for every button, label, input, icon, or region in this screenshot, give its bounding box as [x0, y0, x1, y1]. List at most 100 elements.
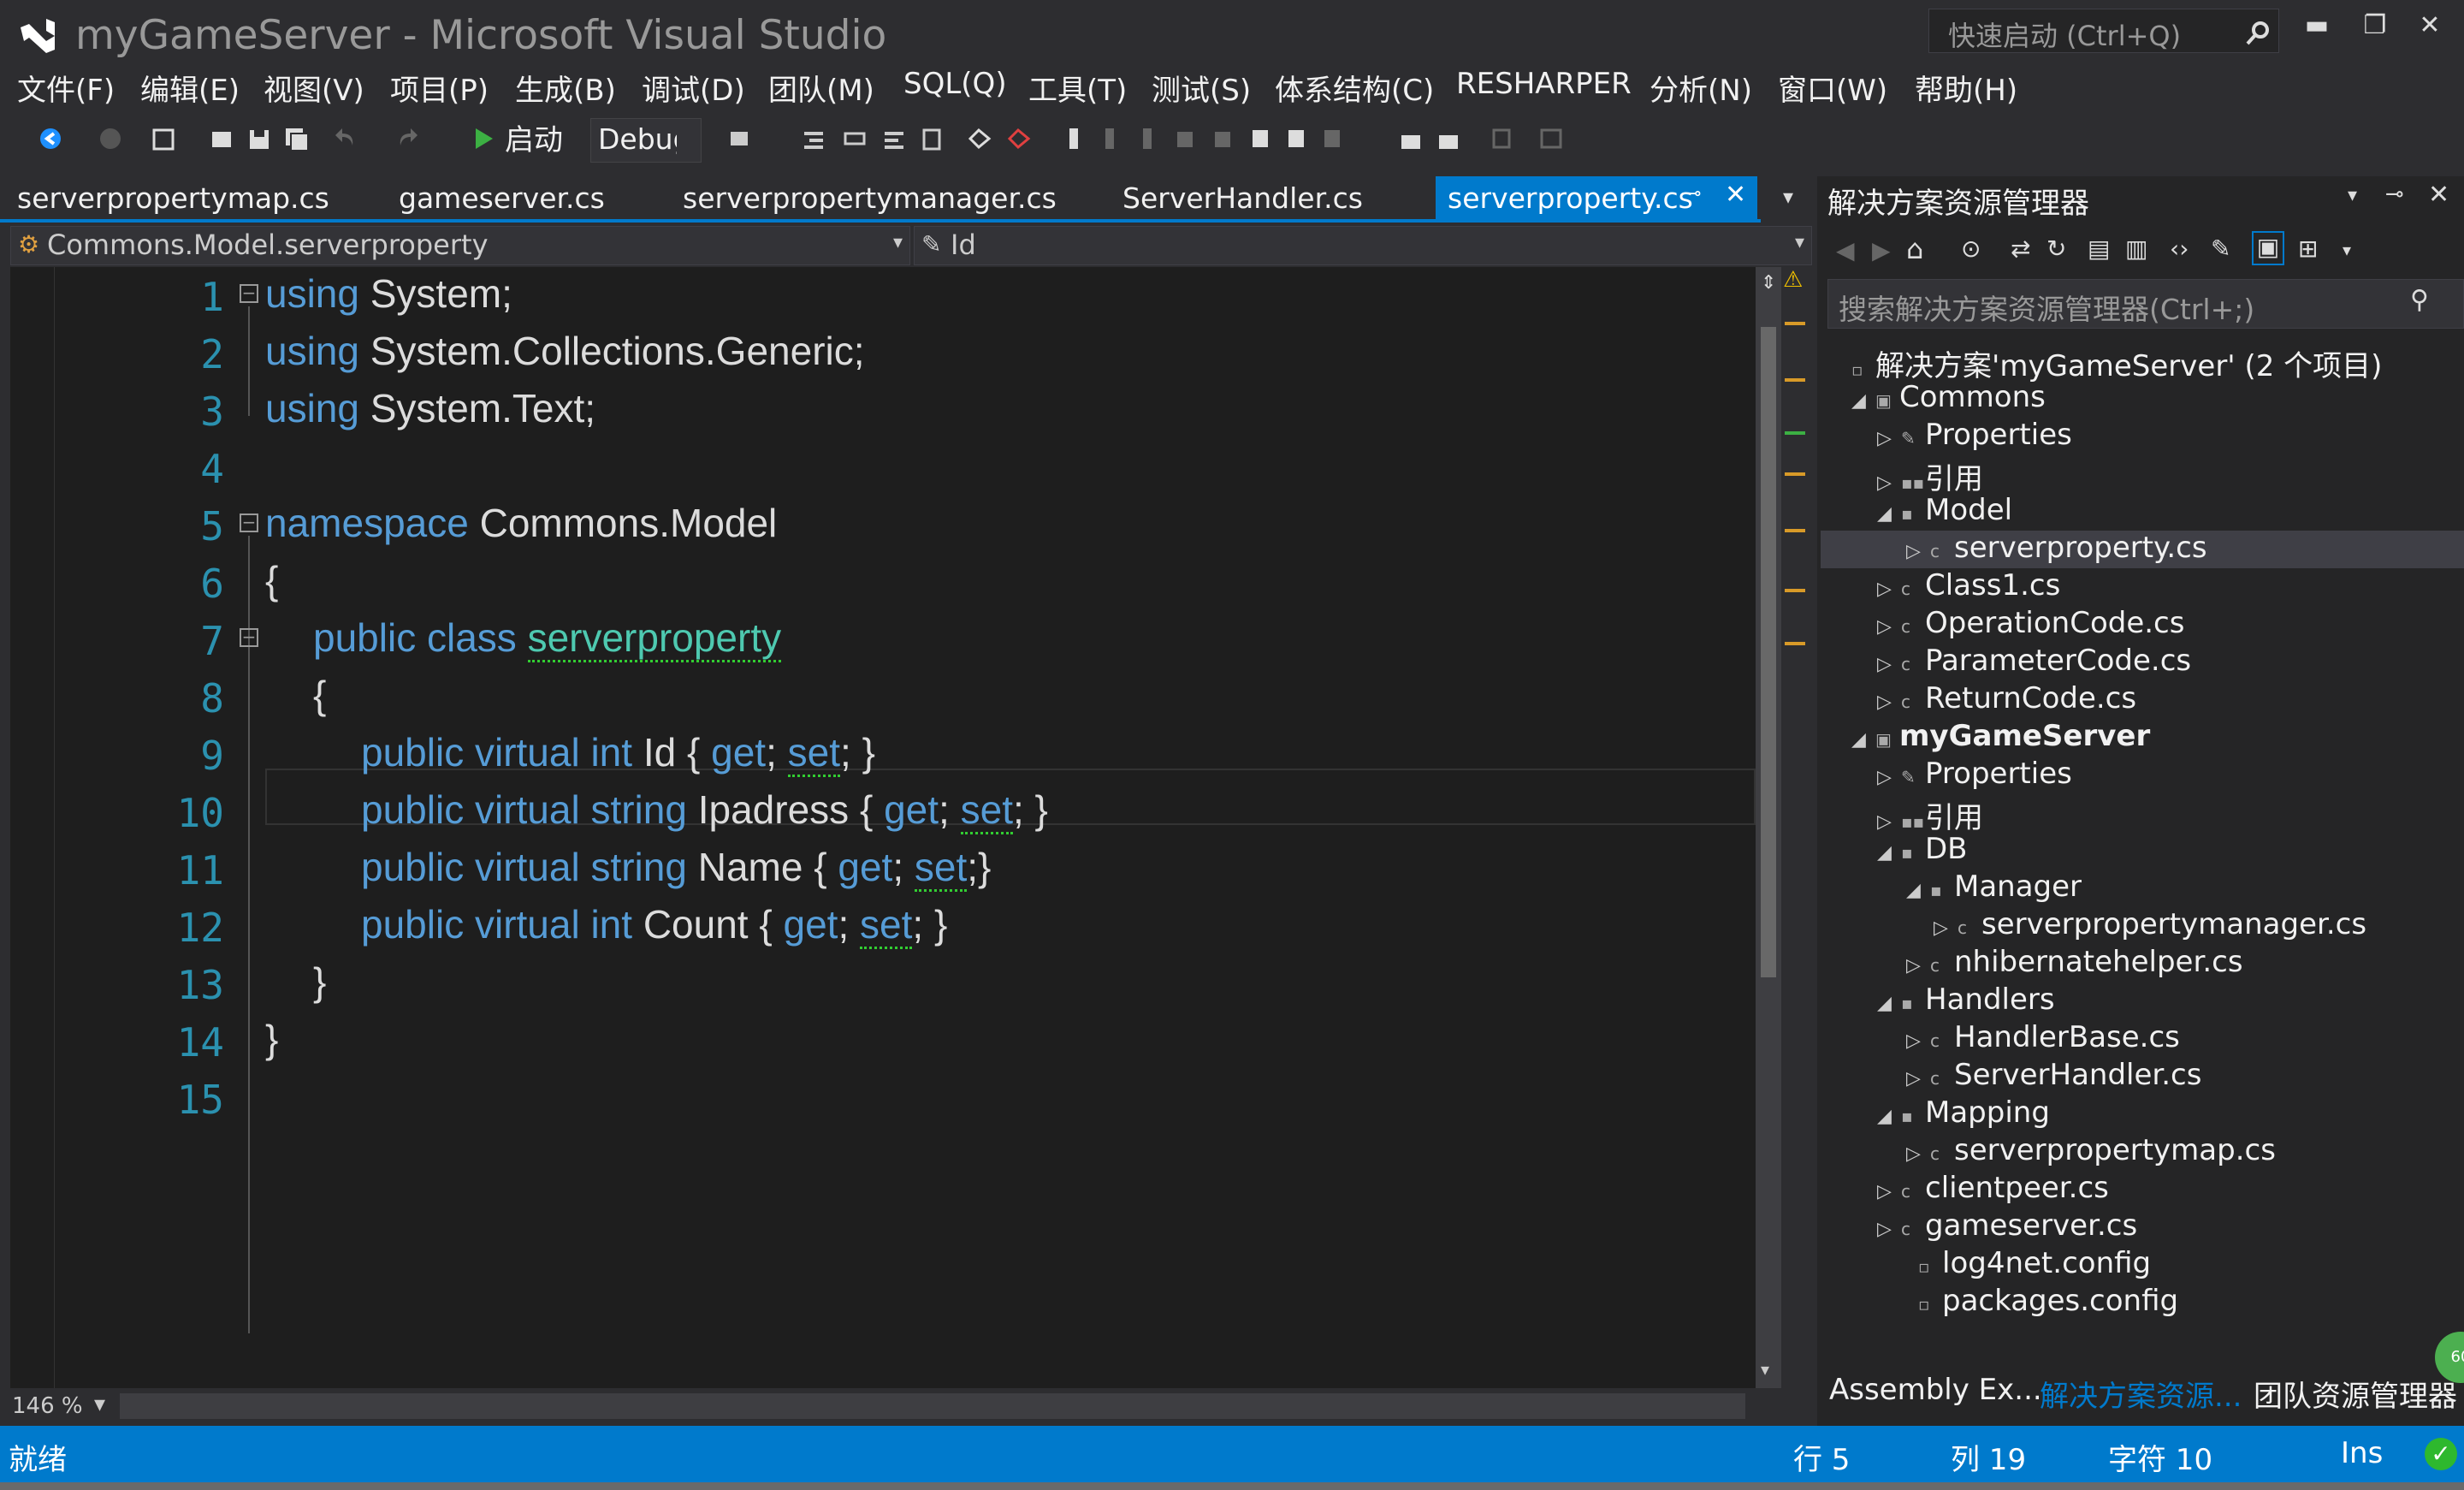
class-diagram-icon[interactable]: ⊞: [2298, 234, 2318, 263]
tree-item[interactable]: ▷ c Class1.cs: [1877, 568, 2060, 606]
find-in-files-icon[interactable]: [727, 125, 753, 152]
menu-edit[interactable]: 编辑(E): [140, 67, 240, 109]
expand-arrow-icon[interactable]: ▷: [1906, 955, 1930, 977]
home-icon[interactable]: ⌂: [1906, 233, 1923, 265]
start-button-label[interactable]: 启动: [505, 116, 563, 158]
undo-icon[interactable]: [334, 125, 359, 152]
menu-tools[interactable]: 工具(T): [1028, 67, 1127, 109]
menu-view[interactable]: 视图(V): [264, 67, 364, 109]
collapse-all-icon[interactable]: ▤: [2088, 234, 2110, 263]
tree-item[interactable]: ▷ c serverproperty.cs: [1821, 531, 2464, 568]
search-icon[interactable]: ⚲: [2410, 285, 2429, 315]
scroll-down-icon[interactable]: ▾: [1761, 1359, 1769, 1380]
back-icon[interactable]: [38, 125, 63, 152]
tab-gameserver[interactable]: gameserver.cs: [387, 176, 617, 219]
collapse-using-icon[interactable]: −: [240, 284, 258, 303]
pin-panel-icon[interactable]: ⊸: [2385, 181, 2404, 207]
search-icon[interactable]: [2244, 20, 2272, 47]
collapse-namespace-icon[interactable]: −: [240, 513, 258, 532]
bookmark-icon[interactable]: [1061, 125, 1087, 152]
tab-serverproperty[interactable]: serverproperty.cs ⊸ ✕: [1436, 176, 1757, 219]
attach-icon[interactable]: [1489, 125, 1514, 152]
expand-arrow-icon[interactable]: ▷: [1877, 616, 1901, 638]
tree-item[interactable]: ◢ ▣ Commons: [1851, 380, 2046, 418]
tree-item[interactable]: ▫ packages.config: [1894, 1284, 2178, 1321]
menu-team[interactable]: 团队(M): [768, 67, 874, 109]
menu-window[interactable]: 窗口(W): [1778, 67, 1887, 109]
zoom-dropdown-icon[interactable]: ▾: [94, 1392, 105, 1417]
tab-solution-explorer[interactable]: 解决方案资源...: [2040, 1373, 2242, 1415]
expand-arrow-icon[interactable]: ▷: [1877, 767, 1901, 788]
prev-bookmark-icon[interactable]: [1097, 125, 1122, 152]
tree-item[interactable]: ▷ c serverpropertymanager.cs: [1934, 907, 2366, 945]
expand-arrow-icon[interactable]: ▷: [1877, 428, 1901, 449]
tree-item[interactable]: ▷ c HandlerBase.cs: [1906, 1020, 2180, 1058]
chevron-down-icon[interactable]: ▾: [2343, 240, 2351, 260]
expand-arrow-icon[interactable]: ▷: [1877, 1181, 1901, 1202]
tree-item[interactable]: ▷ c serverpropertymap.cs: [1906, 1133, 2276, 1171]
tree-item[interactable]: ▫ 解决方案'myGameServer' (2 个项目): [1827, 342, 2382, 383]
pending-changes-icon[interactable]: ⊙: [1961, 234, 1981, 263]
tree-item[interactable]: ▷ c gameserver.cs: [1877, 1208, 2137, 1246]
expand-arrow-icon[interactable]: ◢: [1877, 993, 1901, 1014]
tree-item[interactable]: ◢ ▪ Mapping: [1877, 1095, 2050, 1133]
save-icon[interactable]: [246, 125, 272, 152]
menu-analyze[interactable]: 分析(N): [1650, 67, 1752, 109]
zoom-level[interactable]: 146 %: [12, 1393, 83, 1419]
solution-explorer-search[interactable]: 搜索解决方案资源管理器(Ctrl+;) ⚲: [1827, 279, 2464, 329]
tree-item[interactable]: ▷ ▪▪引用: [1877, 794, 1983, 835]
expand-arrow-icon[interactable]: ▷: [1906, 1143, 1930, 1165]
outdent-icon[interactable]: [801, 125, 826, 152]
tab-team-explorer[interactable]: 团队资源管理器: [2254, 1373, 2457, 1415]
publish-icon[interactable]: [1398, 125, 1424, 152]
editor-vertical-scrollbar[interactable]: ⇕ ▾: [1756, 267, 1781, 1388]
expand-arrow-icon[interactable]: ◢: [1877, 842, 1901, 864]
expand-arrow-icon[interactable]: ◢: [1877, 503, 1901, 525]
toggle-bookmark-icon[interactable]: [967, 125, 992, 152]
start-debug-icon[interactable]: [471, 125, 496, 152]
menu-sql[interactable]: SQL(Q): [903, 67, 1007, 101]
sync-icon[interactable]: ⇄: [2011, 234, 2030, 263]
tree-item[interactable]: ▷ c ParameterCode.cs: [1877, 644, 2191, 681]
expand-arrow-icon[interactable]: ▷: [1906, 541, 1930, 562]
prev-bookmark-doc-icon[interactable]: [1247, 125, 1273, 152]
expand-arrow-icon[interactable]: ◢: [1877, 1106, 1901, 1127]
layout-icon[interactable]: [1538, 125, 1564, 152]
new-project-icon[interactable]: [151, 125, 176, 152]
editor-horizontal-scrollbar[interactable]: [120, 1393, 1745, 1419]
show-all-files-icon[interactable]: ▥: [2125, 234, 2147, 263]
expand-arrow-icon[interactable]: ▷: [1877, 811, 1901, 833]
open-file-icon[interactable]: [209, 125, 234, 152]
view-code-icon[interactable]: ‹›: [2170, 234, 2189, 263]
expand-arrow-icon[interactable]: ▷: [1906, 1030, 1930, 1052]
next-bookmark-folder-icon[interactable]: [1210, 125, 1235, 152]
forward-icon[interactable]: [98, 125, 123, 152]
expand-arrow-icon[interactable]: ▷: [1877, 472, 1901, 494]
expand-arrow-icon[interactable]: ▷: [1906, 1068, 1930, 1089]
split-icon[interactable]: ⇕: [1761, 272, 1776, 294]
menu-file[interactable]: 文件(F): [17, 67, 115, 109]
refresh-icon[interactable]: ↻: [2046, 234, 2066, 263]
tree-item[interactable]: ▷ c OperationCode.cs: [1877, 606, 2184, 644]
clear-bookmarks-icon[interactable]: [1319, 125, 1345, 152]
save-all-icon[interactable]: [284, 125, 310, 152]
close-panel-icon[interactable]: ✕: [2428, 180, 2449, 210]
tree-item[interactable]: ▫ log4net.config: [1894, 1246, 2151, 1284]
member-combo[interactable]: ✎ Id ▾: [914, 226, 1812, 265]
deploy-icon[interactable]: [1436, 125, 1461, 152]
next-bookmark-icon[interactable]: [1134, 125, 1160, 152]
properties-icon[interactable]: ✎: [2211, 234, 2230, 263]
uncomment-icon[interactable]: [919, 125, 945, 152]
code-editor[interactable]: 1 2 3 4 5 6 7 8 9 10 11 12 13 14 15 − − …: [10, 267, 1756, 1388]
tree-item[interactable]: ▷ ✎ Properties: [1877, 418, 2072, 455]
expand-arrow-icon[interactable]: ◢: [1851, 390, 1875, 412]
tree-item[interactable]: ◢ ▣ myGameServer: [1851, 719, 2150, 757]
tab-assembly-explorer[interactable]: Assembly Ex...: [1829, 1373, 2042, 1407]
preview-selected-icon[interactable]: ▣: [2252, 231, 2284, 265]
pin-tab-icon[interactable]: ⊸: [1685, 183, 1701, 205]
restore-button[interactable]: ❐: [2351, 10, 2399, 48]
tree-item[interactable]: ▷ ✎ Properties: [1877, 757, 2072, 794]
redo-icon[interactable]: [394, 125, 419, 152]
close-tab-icon[interactable]: ✕: [1725, 180, 1746, 210]
tree-item[interactable]: ◢ ▪ DB: [1877, 832, 1968, 870]
